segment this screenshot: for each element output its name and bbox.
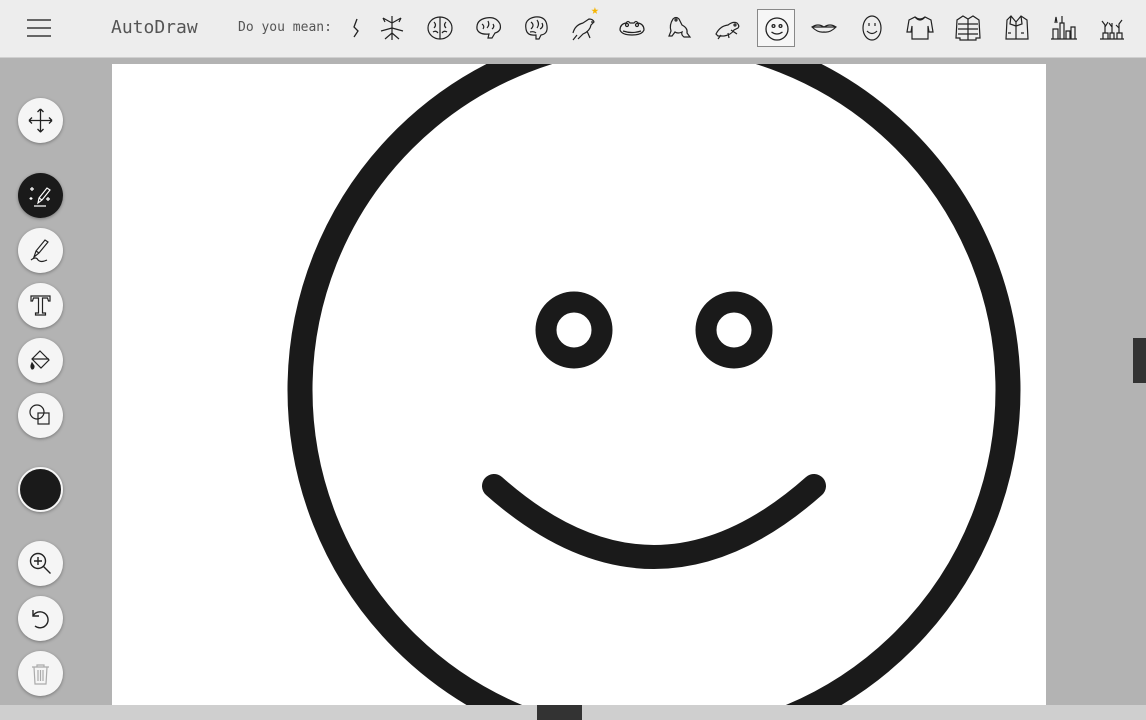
suggestion-jacket[interactable] xyxy=(997,9,1035,47)
delete-button[interactable] xyxy=(18,651,63,696)
undo-icon xyxy=(32,610,49,629)
suggestion-frog-leaping[interactable] xyxy=(709,9,747,47)
shape-tool-button[interactable] xyxy=(18,393,63,438)
suggestion-frog-starred[interactable]: ★ xyxy=(565,3,603,47)
suggestion-frog-face[interactable] xyxy=(613,9,651,47)
menu-icon[interactable] xyxy=(27,17,51,39)
undo-button[interactable] xyxy=(18,596,63,641)
left-eye xyxy=(535,291,613,369)
draw-tool-button[interactable] xyxy=(18,228,63,273)
suggestion-jacket-puffer[interactable] xyxy=(949,9,987,47)
suggestion-brain-3d[interactable] xyxy=(517,9,555,47)
suggestion-smiley-oval[interactable] xyxy=(853,9,891,47)
suggestions-label: Do you mean: xyxy=(238,20,332,35)
smiley-drawing xyxy=(287,64,1021,705)
pencil-icon xyxy=(30,239,49,263)
suggestion-tree-sketch[interactable] xyxy=(373,9,411,47)
move-tool-button[interactable] xyxy=(18,98,63,143)
suggestion-partial[interactable] xyxy=(338,9,376,47)
app-title: AutoDraw xyxy=(111,17,198,38)
shape-icon xyxy=(29,404,50,425)
autodraw-tool-button[interactable] xyxy=(18,173,63,218)
zoom-in-icon xyxy=(29,552,51,574)
fill-bucket-icon xyxy=(30,350,50,370)
suggestion-sweater[interactable] xyxy=(901,9,939,47)
suggestion-cityscape[interactable] xyxy=(1045,9,1083,47)
face-outline xyxy=(287,64,1021,705)
smile-mouth xyxy=(482,474,826,569)
vertical-scrollbar-thumb[interactable] xyxy=(1133,338,1146,383)
suggestion-smiley-face[interactable] xyxy=(757,9,795,47)
text-icon xyxy=(30,295,51,316)
suggestion-brain-side[interactable] xyxy=(469,9,507,47)
drawing-canvas[interactable] xyxy=(112,64,1046,705)
right-eye xyxy=(695,291,773,369)
suggestion-frog-sitting[interactable] xyxy=(661,9,699,47)
zoom-button[interactable] xyxy=(18,541,63,586)
suggestion-lips[interactable] xyxy=(805,9,843,47)
move-icon xyxy=(28,108,53,133)
suggestion-plants[interactable] xyxy=(1093,9,1131,47)
suggestion-brain[interactable] xyxy=(421,9,459,47)
top-bar: AutoDraw Do you mean: ★ xyxy=(0,0,1146,58)
star-icon: ★ xyxy=(591,3,599,18)
color-picker-button[interactable] xyxy=(18,467,63,512)
fill-tool-button[interactable] xyxy=(18,338,63,383)
text-tool-button[interactable] xyxy=(18,283,63,328)
autodraw-icon xyxy=(29,187,51,207)
horizontal-scrollbar-thumb[interactable] xyxy=(537,705,582,720)
trash-icon xyxy=(32,664,49,685)
